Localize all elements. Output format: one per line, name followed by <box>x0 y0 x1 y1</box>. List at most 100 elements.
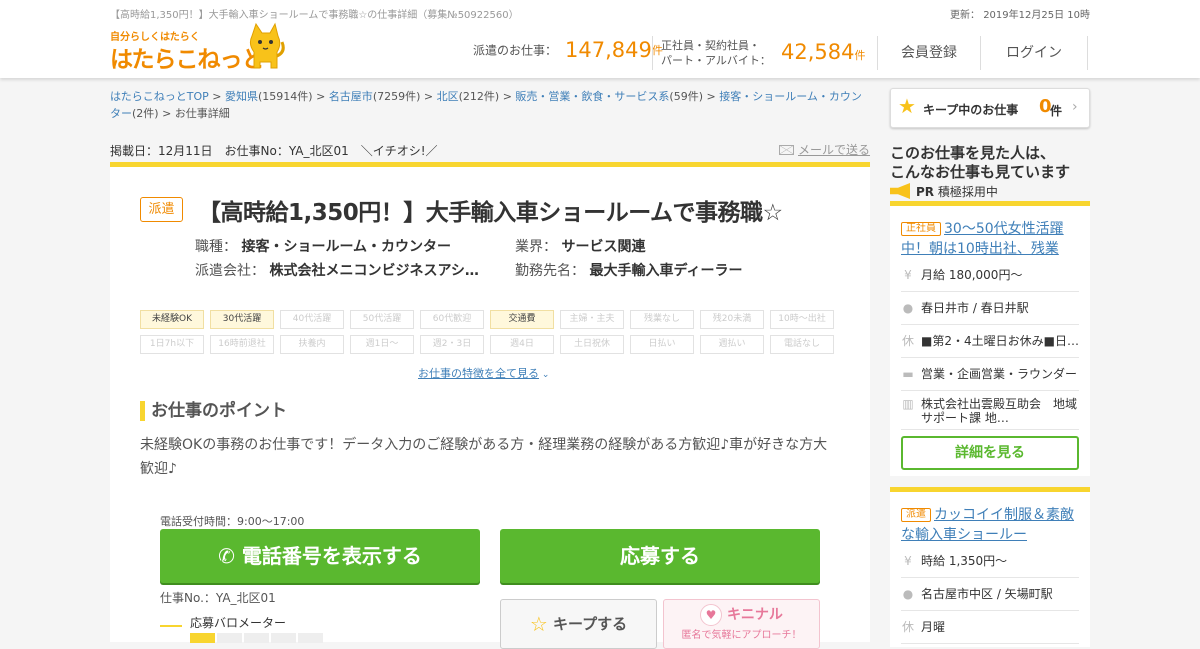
breadcrumb-aichi[interactable]: 愛知県 <box>225 90 258 103</box>
breadcrumb-sales[interactable]: 販売・営業・飲食・サービス系 <box>515 90 669 103</box>
rec-location: ● 名古屋市中区 / 矢場町駅 <box>901 578 1079 611</box>
site-header: 【高時給1,350円！】大手輸入車ショールームで事務職☆の仕事詳細（募集№509… <box>0 0 1200 78</box>
rec-location: ● 春日井市 / 春日井駅 <box>901 292 1079 325</box>
kininaru-button[interactable]: ♥ キニナル 匿名で気軽にアプローチ！ <box>663 599 820 649</box>
feature-tag: 主婦・主夫 <box>560 310 624 329</box>
rec-salary: ¥ 月給 180,000円～ <box>901 259 1079 292</box>
yen-icon: ¥ <box>904 554 912 568</box>
other-count: 42,584件 <box>781 40 866 64</box>
job-category: 職種： 接客・ショールーム・カウンター <box>195 239 452 255</box>
pr-label: PR 積極採用中 <box>890 183 998 200</box>
feature-tag: 週4日 <box>490 335 554 354</box>
chevron-down-icon: ⌄ <box>539 370 550 380</box>
rec-company: ▥ 株式会社出雲殿互助会 地域サポート課 地… <box>901 391 1079 430</box>
meter-icon <box>160 625 182 635</box>
feature-tag: 交通費 <box>490 310 554 329</box>
point-heading: お仕事のポイント <box>140 401 287 421</box>
map-pin-icon: ● <box>902 301 914 315</box>
agency: 派遣会社： 株式会社メニコンビジネスアシ… <box>195 263 479 279</box>
divider <box>1087 36 1088 70</box>
rec-title[interactable]: 派遣 カッコイイ制服＆素敵な輸入車ショールー <box>901 505 1079 545</box>
feature-tag: 残20未満 <box>700 310 764 329</box>
page-title-line: 【高時給1,350円！】大手輸入車ショールームで事務職☆の仕事詳細（募集№509… <box>110 10 519 21</box>
logo-name: はたらこねっと <box>110 47 265 73</box>
feature-tag: 日払い <box>630 335 694 354</box>
show-phone-button[interactable]: ✆ 電話番号を表示する <box>160 529 480 583</box>
rec-badge: 正社員 <box>901 222 941 236</box>
breadcrumb-kita[interactable]: 北区 <box>437 90 459 103</box>
feature-tag: 未経験OK <box>140 310 204 329</box>
rec-title[interactable]: 正社員 30～50代女性活躍中！朝は10時出社、残業 <box>901 219 1079 259</box>
feature-tag: 50代活躍 <box>350 310 414 329</box>
feature-tag: 10時～出社 <box>770 310 834 329</box>
job-detail-card: 派遣 【高時給1,350円！】大手輸入車ショールームで事務職☆ 職種： 接客・シ… <box>110 162 870 649</box>
kept-jobs-unit: 件 <box>1050 104 1063 118</box>
mail-icon <box>779 145 794 155</box>
feature-tag: 40代活躍 <box>280 310 344 329</box>
map-pin-icon: ● <box>902 587 914 601</box>
recommended-job-card[interactable]: 派遣 カッコイイ制服＆素敵な輸入車ショールー ¥ 時給 1,350円～ ● 名古屋市中… <box>890 487 1090 647</box>
feature-tag: 30代活躍 <box>210 310 274 329</box>
mail-link[interactable]: メールで送る <box>779 141 870 158</box>
holiday-icon: 休 <box>901 620 914 634</box>
kept-jobs-label: キープ中のお仕事 <box>923 103 1019 117</box>
haken-count-stat: 派遣のお仕事： 147,849件 <box>473 38 663 68</box>
site-logo[interactable]: 自分らしくはたらく はたらこねっと <box>110 22 300 74</box>
login-button[interactable]: ログイン <box>981 36 1087 70</box>
cat-mascot-icon <box>249 22 285 69</box>
chevron-right-icon: › <box>1072 99 1078 115</box>
breadcrumb-current: お仕事詳細 <box>174 107 230 120</box>
job-number: 仕事No.：YA_北区01 <box>160 591 276 605</box>
feature-tag: 週1日～ <box>350 335 414 354</box>
feature-tag: 16時前退社 <box>210 335 274 354</box>
industry: 業界： サービス関連 <box>515 239 646 255</box>
feature-tag: 60代歓迎 <box>420 310 484 329</box>
breadcrumb-nagoya[interactable]: 名古屋市 <box>329 90 373 103</box>
feature-tag: 扶養内 <box>280 335 344 354</box>
job-title: 【高時給1,350円！】大手輸入車ショールームで事務職☆ <box>198 200 783 226</box>
breadcrumb: はたらこねっとTOP > 愛知県(15914件) > 名古屋市(7259件) >… <box>110 90 862 120</box>
haken-count: 147,849 <box>565 38 652 62</box>
holiday-icon: 休 <box>901 334 914 348</box>
phone-icon: ✆ <box>218 544 235 568</box>
breadcrumb-top[interactable]: はたらこねっとTOP <box>110 90 209 103</box>
job-type-badge: 派遣 <box>140 197 183 222</box>
keep-button[interactable]: ☆ キープする <box>500 599 657 649</box>
rec-job: ▬ 営業・企画営業・ラウンダー <box>901 358 1079 391</box>
updated-date: 更新： 2019年12月25日 10時 <box>950 10 1090 21</box>
briefcase-icon: ▬ <box>902 367 914 381</box>
rec-salary: ¥ 時給 1,350円～ <box>901 545 1079 578</box>
star-icon: ★ <box>898 94 916 118</box>
point-text: 未経験OKの事務のお仕事です！データ入力のご経験がある方・経理業務の経験がある方… <box>140 437 828 477</box>
posting-info: 掲載日：12月11日 お仕事No：YA_北区01 ＼イチオシ!／ <box>110 144 438 158</box>
more-features-link[interactable]: お仕事の特徴を全て見る ⌄ <box>418 365 549 381</box>
feature-tag: 1日7h以下 <box>140 335 204 354</box>
star-outline-icon: ☆ <box>529 612 548 636</box>
feature-tag: 電話なし <box>770 335 834 354</box>
tel-hours: 電話受付時間：9:00～17:00 <box>160 515 305 528</box>
apply-meter-label: 応募バロメーター <box>190 616 287 630</box>
register-button[interactable]: 会員登録 <box>878 36 980 70</box>
feature-tag: 土日祝休 <box>560 335 624 354</box>
other-count-label: 正社員・契約社員・ パート・アルバイト： <box>661 39 771 67</box>
feature-tag: 残業なし <box>630 310 694 329</box>
rec-holiday: 休月曜 <box>901 611 1079 644</box>
kept-jobs-box[interactable]: ★ キープ中のお仕事 0 件 › <box>890 88 1090 128</box>
apply-button[interactable]: 応募する <box>500 529 820 583</box>
detail-button[interactable]: 詳細を見る <box>901 436 1079 470</box>
divider <box>652 36 653 70</box>
rec-holiday: 休 ■第2・4土曜日お休み■日… <box>901 325 1079 358</box>
rec-badge: 派遣 <box>901 508 931 522</box>
other-count-stat: 正社員・契約社員・ パート・アルバイト： 42,584件 <box>661 38 865 68</box>
apply-meter <box>190 633 325 643</box>
haken-count-label: 派遣のお仕事： <box>473 43 558 58</box>
yen-icon: ¥ <box>904 268 912 282</box>
heart-icon: ♥ <box>700 604 723 626</box>
recommended-job-card[interactable]: 正社員 30～50代女性活躍中！朝は10時出社、残業 ¥ 月給 180,000円～ … <box>890 201 1090 476</box>
feature-tag: 週2・3日 <box>420 335 484 354</box>
building-icon: ▥ <box>902 397 914 411</box>
feature-tag: 週払い <box>700 335 764 354</box>
related-heading: このお仕事を見た人は、 こんなお仕事も見ています <box>890 144 1071 181</box>
workplace: 勤務先名： 最大手輸入車ディーラー <box>515 263 743 279</box>
megaphone-icon <box>890 183 910 199</box>
